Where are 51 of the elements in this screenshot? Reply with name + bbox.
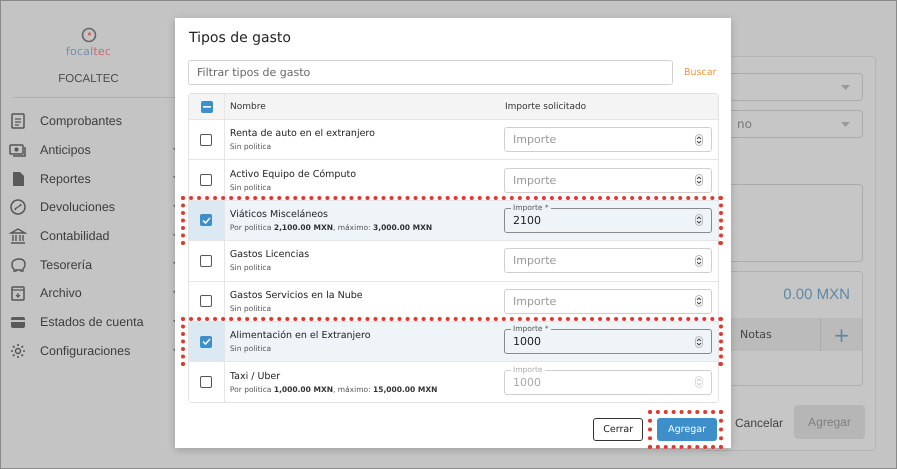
stepper-icon[interactable] — [695, 254, 703, 267]
column-header: Notas — [740, 328, 772, 341]
expense-name: Taxi / Uber — [230, 370, 282, 382]
logo-icon — [80, 27, 96, 43]
sidebar-item[interactable]: Devoluciones — [40, 200, 116, 214]
checkbox[interactable] — [200, 336, 212, 348]
add-button[interactable]: Agregar — [657, 418, 717, 441]
check-icon — [202, 338, 211, 346]
checkbox[interactable] — [200, 174, 212, 186]
column-header: Nombre — [230, 102, 267, 112]
dialog-title: Tipos de gasto — [189, 30, 292, 46]
archive-icon — [9, 284, 27, 302]
close-button[interactable]: Cerrar — [593, 418, 644, 441]
sidebar-item[interactable]: Comprobantes — [40, 114, 122, 128]
filter-field[interactable]: Filtrar tipos de gasto — [188, 60, 673, 85]
dropdown-icon — [841, 84, 850, 90]
sidebar-item[interactable]: Tesorería — [40, 258, 92, 272]
sidebar-item[interactable]: Reportes — [40, 172, 91, 186]
expense-name: Viáticos Misceláneos — [230, 208, 329, 220]
checkbox[interactable] — [200, 214, 212, 226]
document-icon — [9, 112, 27, 130]
settings-icon — [9, 342, 27, 360]
stepper-icon[interactable] — [695, 295, 703, 308]
expense-name: Gastos Licencias — [230, 249, 310, 260]
sidebar-item[interactable]: Anticipos — [40, 143, 91, 158]
checkbox[interactable] — [200, 134, 212, 146]
total-amount: 0.00 MXN — [783, 286, 850, 303]
dropdown-icon — [841, 122, 850, 126]
check-icon — [202, 216, 211, 224]
expense-name: Activo Equipo de Cómputo — [230, 168, 358, 180]
expense-name: Renta de auto en el extranjero — [230, 128, 376, 140]
sidebar-item[interactable]: Contabilidad — [40, 229, 110, 244]
bank-icon — [9, 227, 27, 246]
stepper-icon[interactable] — [695, 134, 703, 146]
expense-name: Gastos Servicios en la Nube — [230, 290, 364, 301]
cancel-button[interactable]: Cancelar — [735, 416, 784, 430]
stepper-icon[interactable] — [695, 336, 703, 348]
logo-text: focaltec — [66, 45, 112, 58]
select-all-checkbox[interactable] — [200, 100, 212, 112]
checkbox[interactable] — [200, 295, 212, 308]
checkbox[interactable] — [200, 376, 212, 388]
stepper-icon[interactable] — [695, 214, 703, 226]
minus-icon — [202, 106, 210, 108]
checkbox[interactable] — [200, 254, 212, 267]
company-name: FOCALTEC — [57, 73, 120, 85]
sidebar-item[interactable]: Configuraciones — [40, 344, 130, 358]
stepper-icon[interactable] — [695, 174, 703, 186]
expense-name: Alimentación en el Extranjero — [230, 330, 372, 342]
sidebar-item[interactable]: Estados de cuenta — [40, 315, 144, 330]
column-header: Importe solicitado — [505, 102, 586, 112]
sidebar-item[interactable]: Archivo — [40, 286, 82, 300]
